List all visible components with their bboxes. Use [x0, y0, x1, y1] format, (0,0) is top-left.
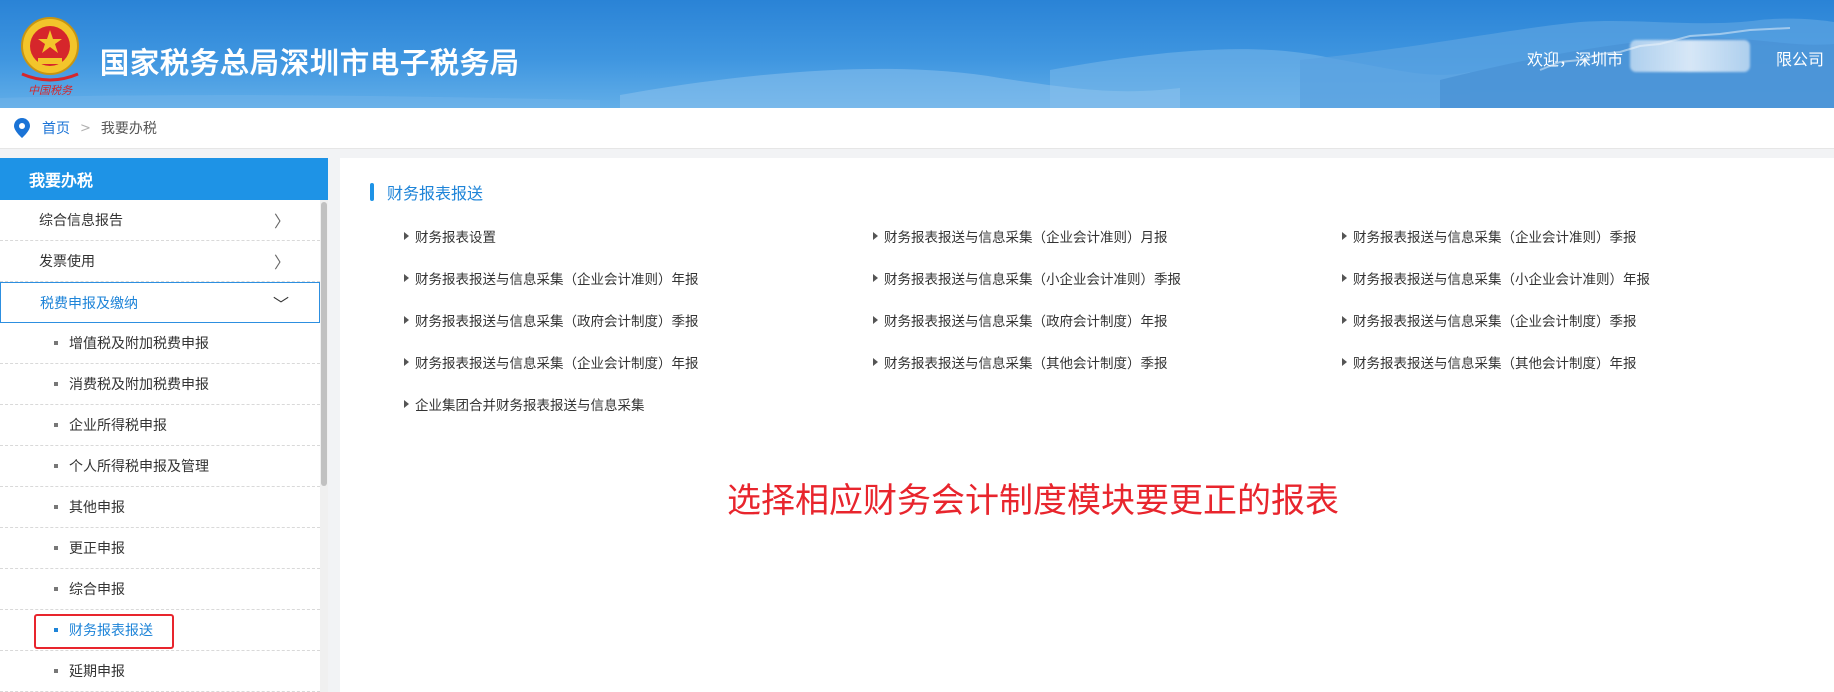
report-link[interactable]: 财务报表报送与信息采集（其他会计制度）年报 [1342, 352, 1637, 372]
report-link[interactable]: 财务报表报送与信息采集（小企业会计准则）年报 [1342, 268, 1650, 288]
report-link-label: 财务报表报送与信息采集（其他会计制度）年报 [1353, 356, 1637, 372]
triangle-right-icon [1342, 274, 1347, 282]
report-link[interactable]: 财务报表报送与信息采集（企业会计制度）年报 [404, 352, 699, 372]
report-link-label: 财务报表报送与信息采集（企业会计制度）年报 [415, 356, 699, 372]
report-link[interactable]: 财务报表报送与信息采集（企业会计准则）季报 [1342, 226, 1637, 246]
triangle-right-icon [1342, 316, 1347, 324]
welcome-text: 欢迎，深圳市 [1527, 50, 1624, 69]
report-link-label: 财务报表报送与信息采集（其他会计制度）季报 [884, 356, 1168, 372]
scrollbar-thumb[interactable] [321, 202, 327, 486]
sidebar-item-label: 消费税及附加税费申报 [69, 377, 209, 393]
annotation-highlight-box [34, 614, 174, 649]
bullet-icon [54, 382, 58, 386]
section-marker [370, 183, 374, 201]
section-title: 财务报表报送 [370, 180, 483, 204]
annotation-text: 选择相应财务会计制度模块要更正的报表 [727, 481, 1339, 521]
location-pin-icon [14, 118, 30, 138]
triangle-right-icon [404, 316, 409, 324]
breadcrumb-current: 我要办税 [100, 121, 157, 137]
report-link[interactable]: 财务报表报送与信息采集（小企业会计准则）季报 [873, 268, 1181, 288]
tax-emblem-icon: 中国税务 [21, 17, 79, 97]
report-link-label: 财务报表报送与信息采集（企业会计准则）季报 [1353, 230, 1637, 246]
report-link-label: 财务报表设置 [415, 230, 496, 246]
sidebar-item-label: 其他申报 [69, 500, 125, 516]
sidebar-item-label: 企业所得税申报 [69, 418, 167, 434]
bullet-icon [54, 669, 58, 673]
chevron-right-icon: 〉 [273, 253, 290, 272]
triangle-right-icon [404, 274, 409, 282]
report-link[interactable]: 财务报表报送与信息采集（其他会计制度）季报 [873, 352, 1168, 372]
breadcrumb-separator: > [80, 120, 91, 136]
sidebar-item-other-declaration[interactable]: 其他申报 [0, 487, 320, 528]
triangle-right-icon [873, 232, 878, 240]
sidebar-group-invoice[interactable]: 发票使用 〉 [0, 241, 320, 282]
sidebar-item-label: 增值税及附加税费申报 [69, 336, 209, 352]
site-title: 国家税务总局深圳市电子税务局 [100, 46, 521, 80]
sidebar-item-correction[interactable]: 更正申报 [0, 528, 320, 569]
sidebar-item-consumption-tax[interactable]: 消费税及附加税费申报 [0, 364, 320, 405]
report-link-label: 财务报表报送与信息采集（小企业会计准则）年报 [1353, 272, 1650, 288]
triangle-right-icon [404, 358, 409, 366]
bullet-icon [54, 341, 58, 345]
svg-text:中国税务: 中国税务 [28, 84, 73, 97]
bullet-icon [54, 546, 58, 550]
bullet-icon [54, 464, 58, 468]
report-link-label: 财务报表报送与信息采集（企业会计制度）季报 [1353, 314, 1637, 330]
triangle-right-icon [404, 232, 409, 240]
sidebar-item-label: 综合申报 [69, 582, 125, 598]
breadcrumb: 首页 > 我要办税 [0, 108, 1834, 149]
page-header: 中国税务 国家税务总局深圳市电子税务局 欢迎，深圳市 限公司 [0, 0, 1834, 108]
sidebar-item-label: 延期申报 [69, 664, 125, 680]
sidebar-group-label: 发票使用 [39, 254, 95, 270]
chevron-down-icon: ﹀ [272, 294, 289, 314]
sidebar: 我要办税 综合信息报告 〉 发票使用 〉 税费申报及缴纳 ﹀ 增值税及附加税费申… [0, 158, 328, 692]
sidebar-group-label: 税费申报及缴纳 [40, 295, 138, 312]
sidebar-item-vat[interactable]: 增值税及附加税费申报 [0, 323, 320, 364]
sidebar-item-corporate-income-tax[interactable]: 企业所得税申报 [0, 405, 320, 446]
triangle-right-icon [404, 400, 409, 408]
bullet-icon [54, 587, 58, 591]
sidebar-item-personal-income-tax[interactable]: 个人所得税申报及管理 [0, 446, 320, 487]
report-link-label: 企业集团合并财务报表报送与信息采集 [415, 398, 645, 414]
sidebar-item-comprehensive[interactable]: 综合申报 [0, 569, 320, 610]
report-link[interactable]: 财务报表设置 [404, 226, 496, 246]
main-content: 财务报表报送 财务报表设置 财务报表报送与信息采集（企业会计准则）月报 财务报表… [340, 158, 1834, 692]
report-link[interactable]: 财务报表报送与信息采集（政府会计制度）年报 [873, 310, 1168, 330]
sidebar-item-financial-statements[interactable]: 财务报表报送 [0, 610, 320, 651]
report-link[interactable]: 企业集团合并财务报表报送与信息采集 [404, 394, 645, 414]
report-link[interactable]: 财务报表报送与信息采集（企业会计准则）月报 [873, 226, 1168, 246]
triangle-right-icon [873, 274, 878, 282]
welcome-company-suffix: 限公司 [1775, 50, 1824, 69]
report-link-label: 财务报表报送与信息采集（政府会计制度）年报 [884, 314, 1168, 330]
triangle-right-icon [1342, 232, 1347, 240]
section-title-text: 财务报表报送 [387, 184, 484, 203]
sidebar-group-report[interactable]: 综合信息报告 〉 [0, 200, 320, 241]
triangle-right-icon [1342, 358, 1347, 366]
bullet-icon [54, 423, 58, 427]
sidebar-item-label: 个人所得税申报及管理 [69, 459, 209, 475]
sidebar-group-label: 综合信息报告 [39, 213, 123, 229]
sidebar-item-deferred[interactable]: 延期申报 [0, 651, 320, 692]
report-link-label: 财务报表报送与信息采集（企业会计准则）月报 [884, 230, 1168, 246]
chevron-right-icon: 〉 [273, 212, 290, 231]
triangle-right-icon [873, 316, 878, 324]
triangle-right-icon [873, 358, 878, 366]
report-link[interactable]: 财务报表报送与信息采集（企业会计制度）季报 [1342, 310, 1637, 330]
bullet-icon [54, 505, 58, 509]
sidebar-title: 我要办税 [0, 158, 328, 200]
redacted-company-name [1630, 40, 1750, 72]
sidebar-item-label: 更正申报 [69, 541, 125, 557]
report-link-label: 财务报表报送与信息采集（企业会计准则）年报 [415, 272, 699, 288]
breadcrumb-home-link[interactable]: 首页 [42, 118, 70, 138]
report-link[interactable]: 财务报表报送与信息采集（企业会计准则）年报 [404, 268, 699, 288]
sidebar-scrollbar[interactable] [320, 200, 328, 692]
sidebar-group-tax-declaration[interactable]: 税费申报及缴纳 ﹀ [0, 282, 320, 323]
report-link-label: 财务报表报送与信息采集（政府会计制度）季报 [415, 314, 699, 330]
report-link-label: 财务报表报送与信息采集（小企业会计准则）季报 [884, 272, 1181, 288]
report-link[interactable]: 财务报表报送与信息采集（政府会计制度）季报 [404, 310, 699, 330]
